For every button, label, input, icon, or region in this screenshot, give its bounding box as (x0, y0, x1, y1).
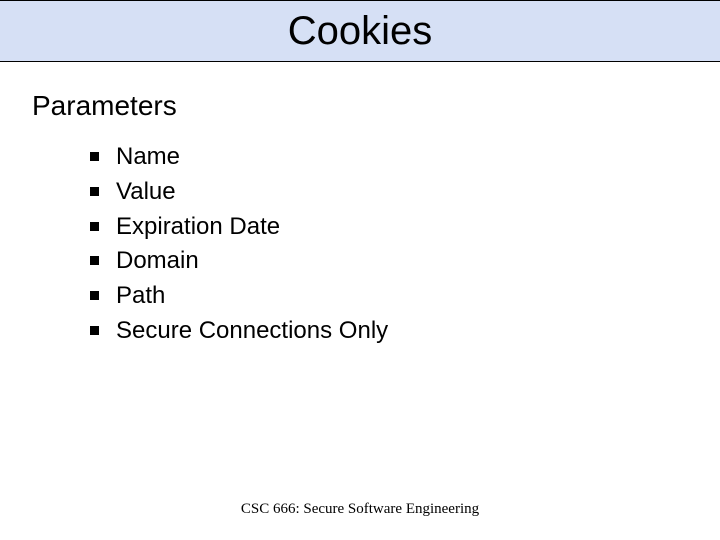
list-item: Name (90, 140, 720, 175)
list-item: Value (90, 175, 720, 210)
list-item: Domain (90, 244, 720, 279)
bullet-list: Name Value Expiration Date Domain Path S… (90, 140, 720, 349)
list-item: Secure Connections Only (90, 314, 720, 349)
list-item: Expiration Date (90, 210, 720, 245)
footer-text: CSC 666: Secure Software Engineering (0, 501, 720, 518)
list-item: Path (90, 279, 720, 314)
slide-title: Cookies (288, 9, 433, 54)
section-heading: Parameters (32, 90, 720, 122)
title-bar: Cookies (0, 0, 720, 62)
